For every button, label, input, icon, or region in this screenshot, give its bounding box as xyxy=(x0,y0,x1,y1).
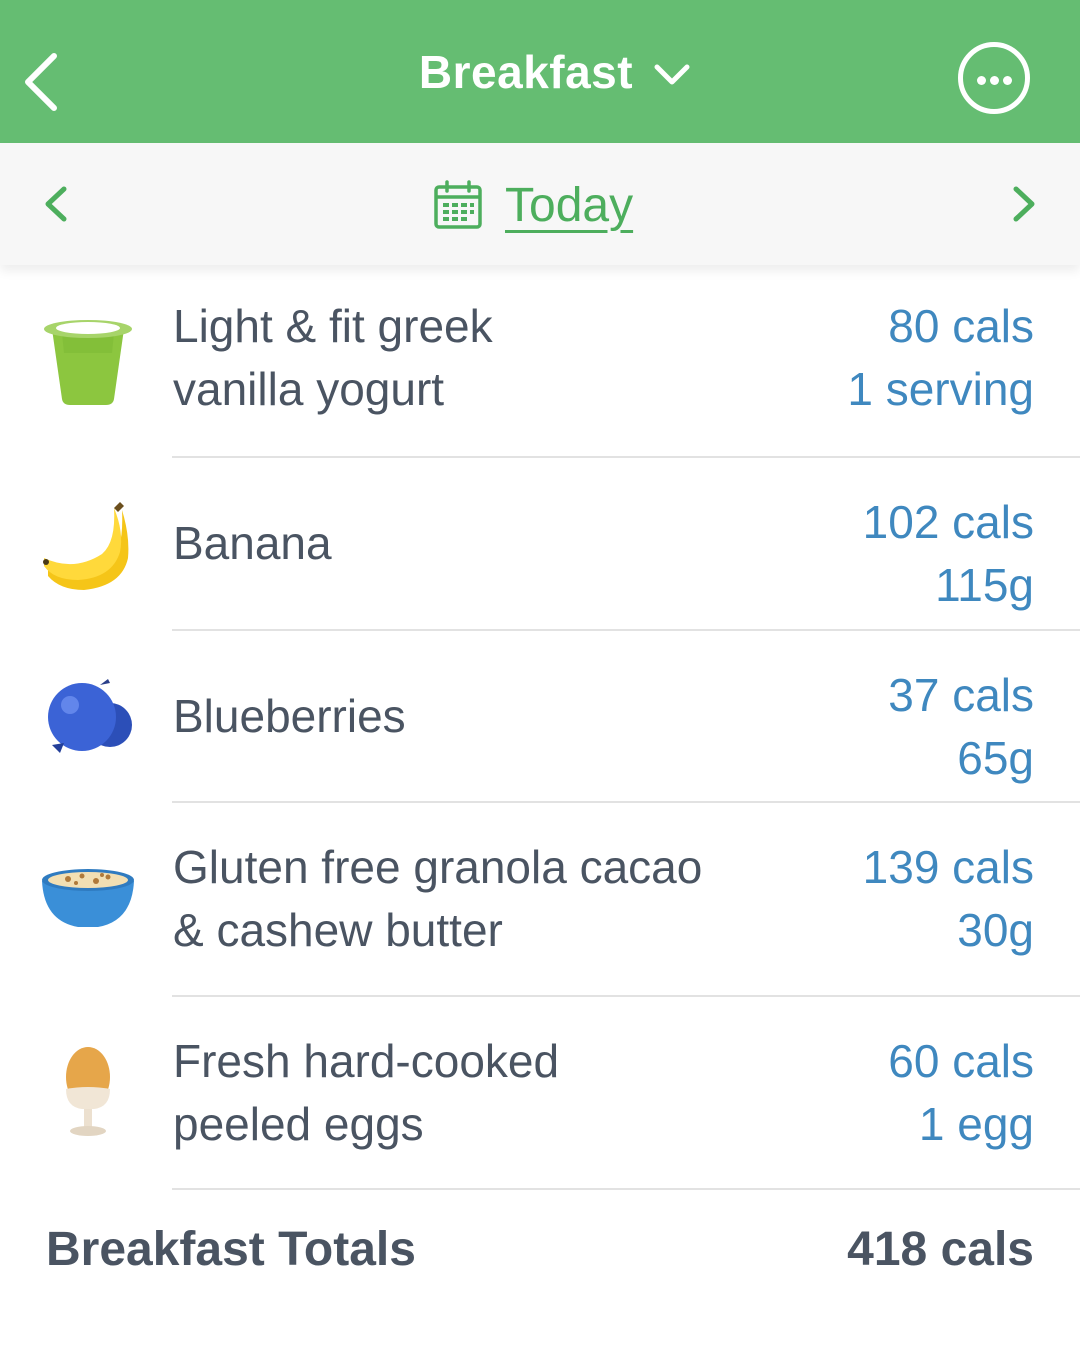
more-dots-icon xyxy=(977,76,986,85)
food-name-line: Banana xyxy=(173,517,332,569)
more-options-button[interactable] xyxy=(958,42,1030,114)
food-values: 102 cals 115g xyxy=(863,491,1034,617)
food-entry-row[interactable]: Blueberries 37 cals 65g xyxy=(0,631,1080,803)
chevron-down-icon xyxy=(654,64,690,84)
food-values: 60 cals 1 egg xyxy=(888,1030,1034,1156)
serving-amount: 65g xyxy=(957,732,1034,784)
serving-amount: 115g xyxy=(935,559,1034,611)
food-entry-row[interactable]: Fresh hard-cooked peeled eggs 60 cals 1 … xyxy=(0,997,1080,1191)
food-name: Banana xyxy=(173,512,813,575)
date-navigator: Today xyxy=(0,143,1080,265)
food-entry-row[interactable]: Gluten free granola cacao & cashew butte… xyxy=(0,803,1080,997)
calories-value: 102 cals xyxy=(862,496,1034,548)
food-name-line: Fresh hard-cooked xyxy=(173,1035,560,1087)
calories-value: 80 cals xyxy=(888,300,1034,352)
calories-value: 60 cals xyxy=(888,1035,1034,1087)
yogurt-cup-icon xyxy=(44,320,132,405)
food-name-line: Blueberries xyxy=(173,690,406,742)
egg-cup-icon xyxy=(66,1047,110,1136)
more-dot xyxy=(1003,76,1012,85)
previous-day-chevron-icon[interactable] xyxy=(40,183,72,225)
banana-icon xyxy=(43,502,129,590)
food-values: 139 cals 30g xyxy=(863,836,1034,962)
page-title: Breakfast xyxy=(418,45,634,98)
food-name-line: peeled eggs xyxy=(173,1098,424,1150)
food-name-line: & cashew butter xyxy=(173,904,503,956)
food-name: Blueberries xyxy=(173,685,813,748)
food-entry-row[interactable]: Light & fit greek vanilla yogurt 80 cals… xyxy=(0,265,1080,458)
calendar-icon xyxy=(434,180,482,229)
serving-amount: 1 serving xyxy=(847,363,1034,415)
food-name-line: vanilla yogurt xyxy=(173,363,445,415)
blueberries-icon xyxy=(48,679,132,753)
date-picker-button[interactable]: Today xyxy=(433,175,633,235)
food-values: 80 cals 1 serving xyxy=(847,295,1034,421)
food-entry-row[interactable]: Banana 102 cals 115g xyxy=(0,458,1080,630)
next-day-chevron-icon[interactable] xyxy=(1008,183,1040,225)
food-name-line: Light & fit greek xyxy=(173,300,493,352)
meal-selector-dropdown[interactable]: Breakfast xyxy=(419,45,691,99)
more-dot xyxy=(990,76,999,85)
food-name-line: Gluten free granola cacao xyxy=(173,841,703,893)
serving-amount: 1 egg xyxy=(918,1098,1034,1150)
food-values: 37 cals 65g xyxy=(888,664,1034,790)
back-arrow-icon[interactable] xyxy=(18,48,68,116)
totals-label: Breakfast Totals xyxy=(46,1223,416,1276)
calories-value: 139 cals xyxy=(862,841,1034,893)
food-name: Gluten free granola cacao & cashew butte… xyxy=(173,836,813,962)
food-name: Light & fit greek vanilla yogurt xyxy=(173,295,813,421)
cereal-bowl-icon xyxy=(42,869,134,927)
serving-amount: 30g xyxy=(957,904,1034,956)
row-divider xyxy=(172,1188,1080,1190)
app-header: Breakfast xyxy=(0,0,1080,143)
totals-value: 418 cals xyxy=(847,1223,1034,1276)
calories-value: 37 cals xyxy=(888,669,1034,721)
food-name: Fresh hard-cooked peeled eggs xyxy=(173,1030,813,1156)
date-label: Today xyxy=(505,178,634,232)
